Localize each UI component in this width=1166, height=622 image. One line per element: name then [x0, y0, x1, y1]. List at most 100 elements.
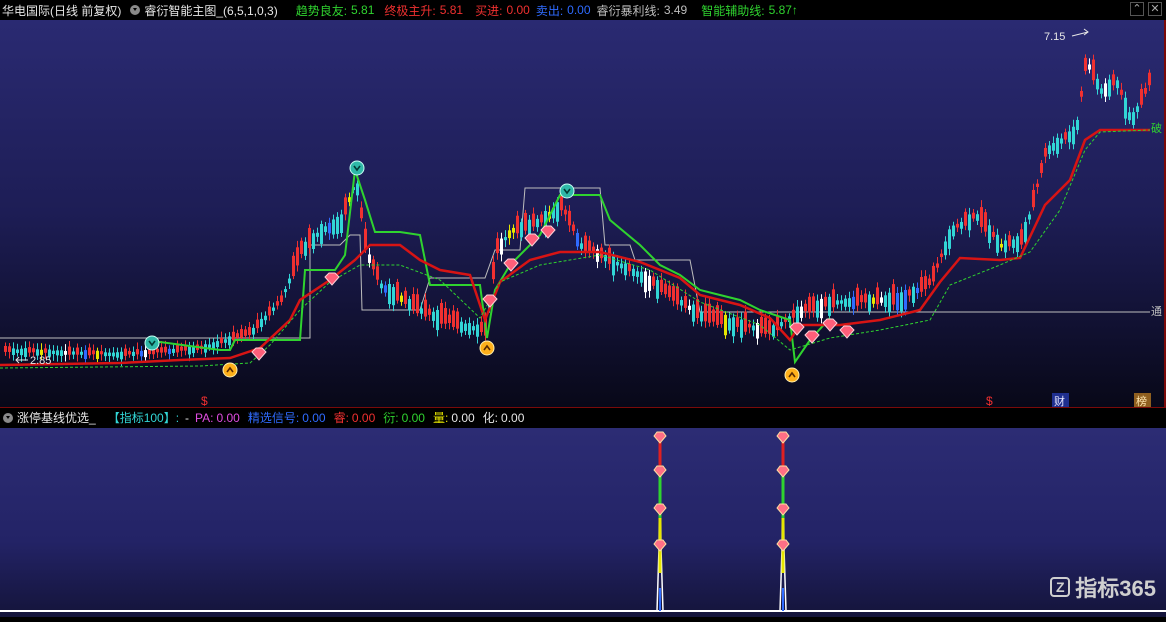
- indicator-value-sell: 0.00: [567, 3, 591, 17]
- close-button[interactable]: ✕: [1148, 2, 1162, 16]
- candle-body: [844, 298, 847, 307]
- candle-body: [248, 327, 251, 336]
- candle-body: [212, 342, 215, 349]
- candle-body: [156, 348, 159, 353]
- dollar-marker: $: [986, 394, 993, 407]
- pass-label: 通: [1151, 305, 1162, 318]
- candle-body: [452, 310, 455, 327]
- candle-body: [572, 224, 575, 231]
- candle-body: [448, 314, 451, 323]
- candle-body: [876, 287, 879, 305]
- candle-body: [688, 305, 691, 310]
- candle-body: [1072, 126, 1075, 145]
- trend-line: [0, 128, 1150, 367]
- candle-body: [1052, 143, 1055, 151]
- candle-body: [556, 202, 559, 222]
- candle-body: [1124, 97, 1127, 119]
- candle-body: [800, 306, 803, 318]
- candle-body: [940, 253, 943, 258]
- rank-tag[interactable]: 榜: [1136, 394, 1147, 408]
- candle-body: [340, 214, 343, 234]
- signal-indicator-panel[interactable]: Z 指标365: [0, 428, 1166, 617]
- candle-body: [1088, 64, 1091, 70]
- candle-body: [68, 346, 71, 355]
- candle-body: [528, 219, 531, 234]
- candle-body: [532, 213, 535, 227]
- candle-body: [24, 348, 27, 357]
- candle-body: [868, 294, 871, 312]
- candle-body: [656, 280, 659, 299]
- main-indicator-name: 睿衍智能主图_(6,5,1,0,3): [144, 3, 278, 18]
- candle-body: [520, 222, 523, 238]
- candle-body: [144, 350, 147, 358]
- candlestick-chart-panel[interactable]: 7.15 2.85 破 通 $ $ 财 榜: [0, 20, 1166, 408]
- signal-icons: [144, 160, 855, 383]
- candle-body: [524, 212, 527, 231]
- candle-body: [564, 209, 567, 215]
- candle-body: [988, 225, 991, 243]
- signal-chart: [0, 431, 1166, 612]
- candle-body: [904, 290, 907, 310]
- candle-body: [684, 296, 687, 308]
- candle-body: [576, 232, 579, 247]
- candle-body: [128, 350, 131, 355]
- buy-signal-icon: [222, 362, 238, 378]
- candle-body: [780, 322, 783, 327]
- dropdown-icon[interactable]: [3, 412, 13, 423]
- field-value-yan: 0.00: [401, 410, 425, 425]
- candle-body: [752, 325, 755, 331]
- candle-body: [912, 286, 915, 303]
- candle-body: [832, 289, 835, 308]
- candle-body: [404, 290, 407, 304]
- candle-body: [736, 317, 739, 327]
- candle-body: [924, 276, 927, 290]
- candle-body: [60, 350, 63, 356]
- candle-body: [1036, 183, 1039, 188]
- finance-tag[interactable]: 财: [1054, 394, 1065, 408]
- candle-body: [272, 307, 275, 311]
- separator-text: -: [185, 410, 190, 425]
- field-value-pa: 0.00: [216, 410, 240, 425]
- high-arrow-icon: [1071, 28, 1089, 37]
- candle-body: [1112, 74, 1115, 86]
- ruby-icon: [482, 294, 498, 308]
- candle-body: [1140, 88, 1143, 105]
- indicator-label-assist: 智能辅助线:: [701, 3, 765, 18]
- candle-body: [100, 351, 103, 355]
- indicator-label-trend: 趋势良友:: [295, 3, 348, 18]
- candle-body: [408, 299, 411, 311]
- candle-body: [260, 318, 263, 328]
- low-price-label: 2.85: [30, 355, 51, 367]
- sub-indicator-title: 涨停基线优选_: [17, 411, 96, 425]
- candle-body: [808, 296, 811, 313]
- indicator-label-buy: 买进:: [475, 3, 503, 18]
- candle-body: [368, 254, 371, 263]
- candle-body: [828, 296, 831, 316]
- candle-body: [768, 320, 771, 334]
- candle-body: [720, 310, 723, 325]
- candle-body: [72, 351, 75, 355]
- candle-body: [652, 276, 655, 286]
- candle-body: [580, 243, 583, 249]
- candle-body: [120, 351, 123, 360]
- candle-body: [52, 350, 55, 355]
- candle-body: [712, 309, 715, 322]
- candle-body: [460, 321, 463, 333]
- ruby-icon: [653, 539, 667, 552]
- candle-body: [584, 235, 587, 252]
- dropdown-icon[interactable]: [130, 5, 141, 15]
- candle-body: [1128, 112, 1131, 121]
- candle-body: [1104, 83, 1107, 97]
- candle-body: [188, 346, 191, 355]
- candle-body: [812, 296, 815, 312]
- candle-body: [1132, 112, 1135, 126]
- minimize-button[interactable]: ⌃: [1130, 2, 1144, 16]
- candle-body: [64, 350, 67, 355]
- candle-body: [1048, 145, 1051, 154]
- candle-body: [464, 323, 467, 331]
- indicator-label-ultimate: 终极主升:: [384, 3, 436, 18]
- field-value-rui: 0.00: [351, 410, 376, 425]
- candle-body: [616, 261, 619, 266]
- candle-body: [432, 311, 435, 321]
- field-label-signal: 精选信号:: [247, 411, 300, 425]
